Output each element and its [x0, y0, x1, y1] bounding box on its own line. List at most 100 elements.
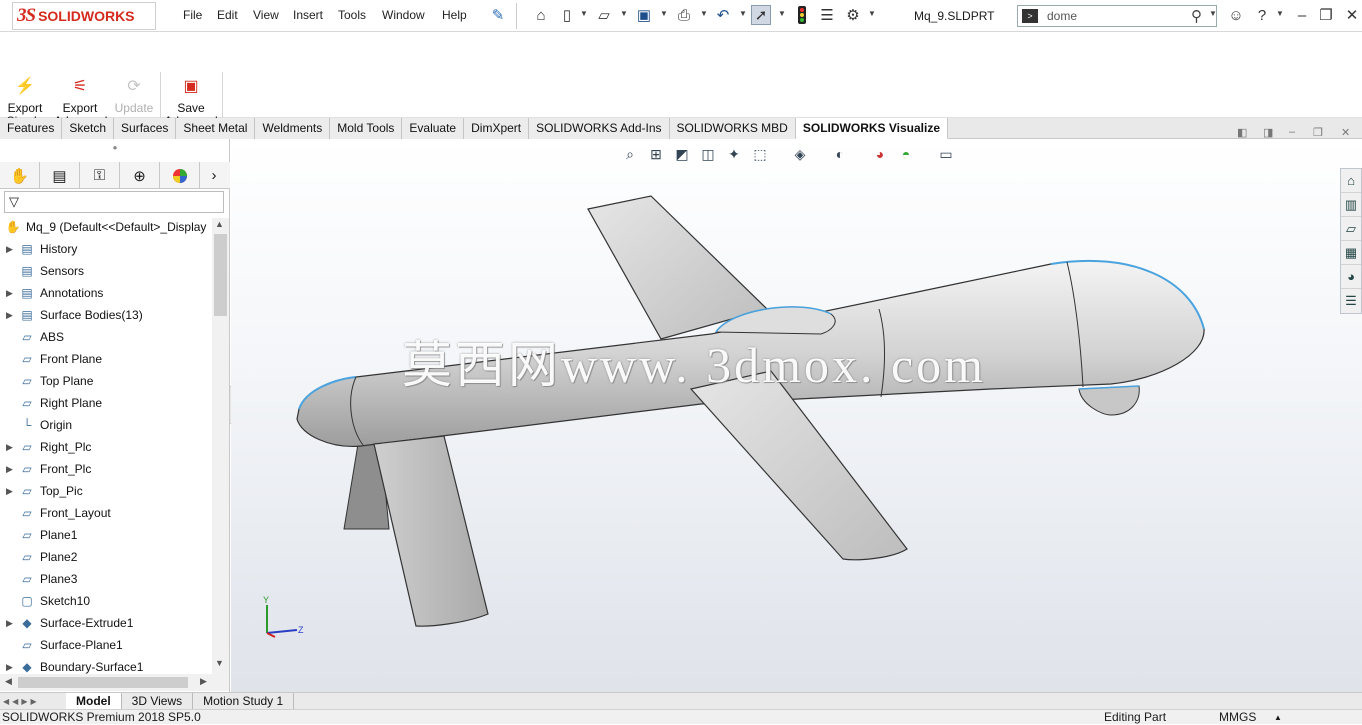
- expand-arrow-icon[interactable]: ▶: [6, 618, 18, 629]
- tree-item[interactable]: ▱ ABS: [0, 326, 212, 348]
- solidworks-resources-icon[interactable]: ⌂: [1341, 169, 1361, 193]
- view-palette-icon[interactable]: ▦: [1341, 241, 1361, 265]
- scrollbar-thumb[interactable]: [214, 234, 227, 316]
- tab-sheet-metal[interactable]: Sheet Metal: [176, 118, 256, 139]
- tree-item[interactable]: ▱ Top Plane: [0, 370, 212, 392]
- chevron-down-icon[interactable]: ▼: [660, 9, 668, 18]
- chevron-down-icon[interactable]: ▼: [778, 9, 786, 18]
- chevron-right-icon[interactable]: ›: [200, 162, 228, 189]
- mq9-drone-model[interactable]: Y Z: [231, 139, 1362, 692]
- new-document-icon[interactable]: ▯: [557, 5, 577, 25]
- tab-evaluate[interactable]: Evaluate: [402, 118, 465, 139]
- undo-icon[interactable]: ↶: [713, 5, 733, 25]
- tree-item[interactable]: ▱ Front_Layout: [0, 502, 212, 524]
- panel-grip-icon[interactable]: ●: [0, 143, 230, 159]
- expand-arrow-icon[interactable]: ▶: [6, 288, 18, 299]
- tab-model[interactable]: Model: [66, 693, 122, 709]
- zoom-to-fit-icon[interactable]: ⌕: [619, 146, 641, 163]
- menu-insert[interactable]: Insert: [293, 8, 323, 22]
- help-icon[interactable]: ?: [1252, 5, 1272, 25]
- open-folder-icon[interactable]: ▱: [594, 5, 614, 25]
- tab-addins[interactable]: SOLIDWORKS Add-Ins: [529, 118, 670, 139]
- search-value[interactable]: dome: [1047, 9, 1191, 23]
- tab-motion-study[interactable]: Motion Study 1: [193, 693, 295, 709]
- last-tab-icon[interactable]: ▶: [30, 697, 36, 706]
- solidworks-logo[interactable]: 3S SOLIDWORKS: [12, 2, 156, 30]
- custom-properties-icon[interactable]: ☰: [1341, 289, 1361, 313]
- tree-item[interactable]: ▱ Right Plane: [0, 392, 212, 414]
- tree-item[interactable]: ▱ Plane1: [0, 524, 212, 546]
- expand-arrow-icon[interactable]: ▶: [6, 310, 18, 321]
- close-icon[interactable]: ✕: [1342, 5, 1362, 25]
- units-selector[interactable]: MMGS: [1219, 710, 1256, 725]
- first-tab-icon[interactable]: ◀: [3, 697, 9, 706]
- tab-surfaces[interactable]: Surfaces: [114, 118, 177, 139]
- command-search-icon[interactable]: >: [1022, 9, 1038, 23]
- pin-icon[interactable]: ✎: [488, 5, 508, 25]
- search-icon[interactable]: ⚲: [1191, 7, 1202, 25]
- menu-help[interactable]: Help: [442, 8, 467, 22]
- chevron-down-icon[interactable]: ▼: [620, 9, 628, 18]
- doc-minimize-icon[interactable]: –: [1289, 126, 1295, 138]
- tab-mold-tools[interactable]: Mold Tools: [330, 118, 403, 139]
- tree-item[interactable]: ▶ ▤ Surface Bodies(13): [0, 304, 212, 326]
- menu-window[interactable]: Window: [382, 8, 425, 22]
- tab-mbd[interactable]: SOLIDWORKS MBD: [669, 118, 796, 139]
- doc-close-icon[interactable]: ✕: [1341, 126, 1350, 139]
- collapse-left-icon[interactable]: ◧: [1237, 126, 1247, 139]
- expand-arrow-icon[interactable]: ▶: [6, 244, 18, 255]
- doc-restore-icon[interactable]: ❐: [1313, 126, 1323, 139]
- file-properties-icon[interactable]: ☰: [817, 5, 837, 25]
- scroll-left-icon[interactable]: ◀: [5, 676, 12, 687]
- design-library-icon[interactable]: ▥: [1341, 193, 1361, 217]
- tab-weldments[interactable]: Weldments: [255, 118, 331, 139]
- tree-item[interactable]: ▶ ▤ Annotations: [0, 282, 212, 304]
- menu-file[interactable]: File: [183, 8, 202, 22]
- file-explorer-icon[interactable]: ▱: [1341, 217, 1361, 241]
- rebuild-traffic-light-icon[interactable]: [792, 5, 812, 25]
- expand-arrow-icon[interactable]: ▶: [6, 464, 18, 475]
- scroll-right-icon[interactable]: ▶: [200, 676, 207, 687]
- tree-item[interactable]: ▱ Plane3: [0, 568, 212, 590]
- edit-appearance-icon[interactable]: ◕: [869, 146, 891, 162]
- view-settings-icon[interactable]: ▭: [935, 146, 957, 163]
- feature-tree-tab-icon[interactable]: ✋: [0, 162, 40, 189]
- chevron-up-icon[interactable]: ▲: [1274, 710, 1282, 725]
- dimxpert-manager-tab-icon[interactable]: ⊕: [120, 162, 160, 189]
- scroll-up-icon[interactable]: ▲: [215, 219, 224, 229]
- scroll-down-icon[interactable]: ▼: [215, 658, 224, 668]
- chevron-down-icon[interactable]: ▼: [1276, 9, 1284, 18]
- user-icon[interactable]: ☺: [1226, 5, 1246, 25]
- chevron-down-icon[interactable]: ▼: [868, 9, 876, 18]
- configuration-manager-tab-icon[interactable]: ⚿: [80, 162, 120, 189]
- tab-visualize[interactable]: SOLIDWORKS Visualize: [795, 118, 948, 139]
- expand-arrow-icon[interactable]: ▶: [6, 442, 18, 453]
- tab-dimxpert[interactable]: DimXpert: [464, 118, 530, 139]
- prev-tab-icon[interactable]: ◀: [12, 697, 18, 706]
- display-style-icon[interactable]: ◈: [789, 146, 811, 163]
- graphics-area[interactable]: Y Z: [231, 139, 1362, 692]
- minimize-icon[interactable]: –: [1292, 5, 1312, 25]
- print-icon[interactable]: ⎙: [674, 5, 694, 25]
- search-input[interactable]: > dome ⚲: [1017, 5, 1217, 27]
- menu-tools[interactable]: Tools: [338, 8, 366, 22]
- chevron-down-icon[interactable]: ▼: [739, 9, 747, 18]
- tree-item[interactable]: ▱ Surface-Plane1: [0, 634, 212, 656]
- gear-icon[interactable]: ⚙: [843, 5, 863, 25]
- display-manager-tab-icon[interactable]: [160, 162, 200, 189]
- tab-sketch[interactable]: Sketch: [62, 118, 115, 139]
- select-cursor-icon[interactable]: ➚: [751, 5, 771, 25]
- collapse-right-icon[interactable]: ◨: [1263, 126, 1273, 139]
- chevron-down-icon[interactable]: ▼: [1209, 9, 1217, 18]
- previous-view-icon[interactable]: ◩: [671, 146, 693, 163]
- property-manager-tab-icon[interactable]: ▤: [40, 162, 80, 189]
- home-icon[interactable]: ⌂: [531, 5, 551, 25]
- tree-item[interactable]: ▢ Sketch10: [0, 590, 212, 612]
- tree-root[interactable]: ✋ Mq_9 (Default<<Default>_Display: [0, 216, 212, 238]
- menu-view[interactable]: View: [253, 8, 279, 22]
- next-tab-icon[interactable]: ▶: [21, 697, 27, 706]
- apply-scene-icon[interactable]: ◓: [895, 146, 917, 162]
- zoom-to-area-icon[interactable]: ⊞: [645, 146, 667, 163]
- tree-item[interactable]: ▱ Front Plane: [0, 348, 212, 370]
- tree-item[interactable]: ▶ ◆ Surface-Extrude1: [0, 612, 212, 634]
